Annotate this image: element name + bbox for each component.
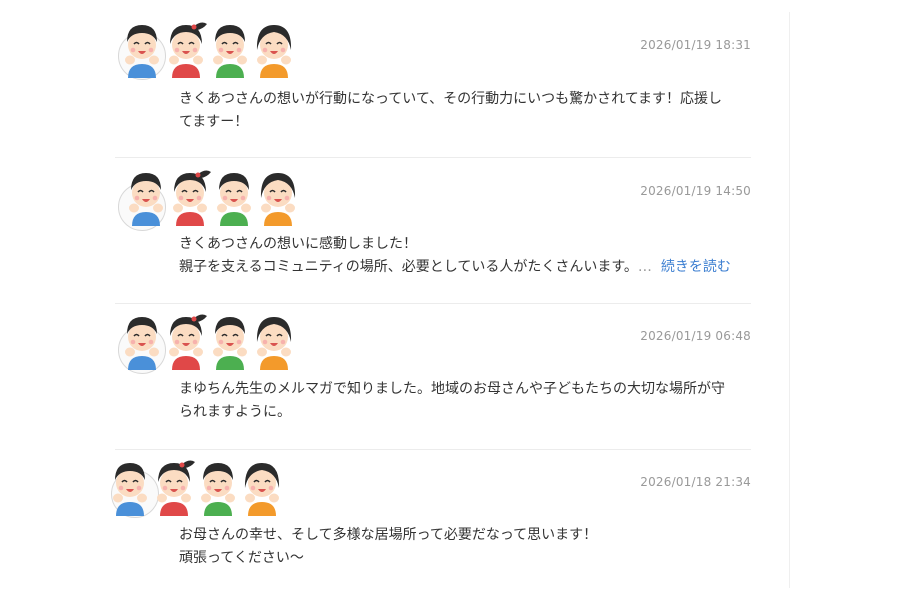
child-figure-icon	[167, 168, 213, 226]
comment-line-truncated: 親子を支えるコミュニティの場所、必要としている人がたくさんいます。… 続きを読む	[179, 256, 751, 279]
comment-date: 2026/01/18 21:34	[640, 475, 751, 489]
comment-text: きくあつさんの想いが行動になっていて、その行動力にいつも驚かされてます！応援し …	[179, 88, 751, 134]
child-figure-icon	[151, 458, 197, 516]
comment-line: きくあつさんの想いに感動しました！	[179, 236, 417, 252]
comment-item: 2026/01/19 18:31 きくあつさんの想いが行動になっていて、その行動…	[115, 0, 751, 158]
ellipsis: …	[637, 259, 652, 275]
child-figure-icon	[207, 312, 253, 370]
comment-date: 2026/01/19 18:31	[640, 38, 751, 52]
comment-item: 2026/01/19 14:50 きくあつさんの想いに感動しました！ 親子を支え…	[115, 158, 751, 304]
comment-date: 2026/01/19 14:50	[640, 184, 751, 198]
comment-line: 親子を支えるコミュニティの場所、必要としている人がたくさんいます。	[179, 259, 638, 275]
child-figure-icon	[107, 458, 153, 516]
child-figure-icon	[251, 20, 297, 78]
comment-line: てますー！	[179, 114, 249, 130]
comment-text: お母さんの幸せ、そして多様な居場所って必要だなって思います！ 頑張ってください〜	[179, 524, 751, 570]
comment-line: 頑張ってください〜	[179, 550, 304, 566]
child-figure-icon	[251, 312, 297, 370]
child-figure-icon	[119, 312, 165, 370]
comment-line: きくあつさんの想いが行動になっていて、その行動力にいつも驚かされてます！応援し	[179, 91, 723, 107]
comment-list: 2026/01/19 18:31 きくあつさんの想いが行動になっていて、その行動…	[111, 0, 751, 600]
child-figure-icon	[195, 458, 241, 516]
avatar-kids-icon	[123, 168, 301, 226]
avatar-kids-icon	[107, 458, 285, 516]
side-divider	[789, 12, 790, 588]
comment-item: 2026/01/19 06:48 まゆちん先生のメルマガで知りました。地域のお母…	[115, 304, 751, 450]
child-figure-icon	[123, 168, 169, 226]
child-figure-icon	[163, 312, 209, 370]
child-figure-icon	[119, 20, 165, 78]
comment-text: きくあつさんの想いに感動しました！ 親子を支えるコミュニティの場所、必要としてい…	[179, 233, 751, 279]
child-figure-icon	[255, 168, 301, 226]
comment-item: 2026/01/18 21:34 お母さんの幸せ、そして多様な居場所って必要だな…	[111, 450, 751, 600]
comment-line: お母さんの幸せ、そして多様な居場所って必要だなって思います！	[179, 527, 598, 543]
comment-text: まゆちん先生のメルマガで知りました。地域のお母さんや子どもたちの大切な場所が守 …	[179, 378, 751, 424]
comment-line: まゆちん先生のメルマガで知りました。地域のお母さんや子どもたちの大切な場所が守	[179, 381, 725, 397]
avatar-kids-icon	[119, 20, 297, 78]
read-more-link[interactable]: 続きを読む	[661, 259, 731, 275]
child-figure-icon	[163, 20, 209, 78]
comment-date: 2026/01/19 06:48	[640, 329, 751, 343]
child-figure-icon	[239, 458, 285, 516]
comment-line: られますように。	[179, 404, 291, 420]
child-figure-icon	[211, 168, 257, 226]
avatar-kids-icon	[119, 312, 297, 370]
child-figure-icon	[207, 20, 253, 78]
